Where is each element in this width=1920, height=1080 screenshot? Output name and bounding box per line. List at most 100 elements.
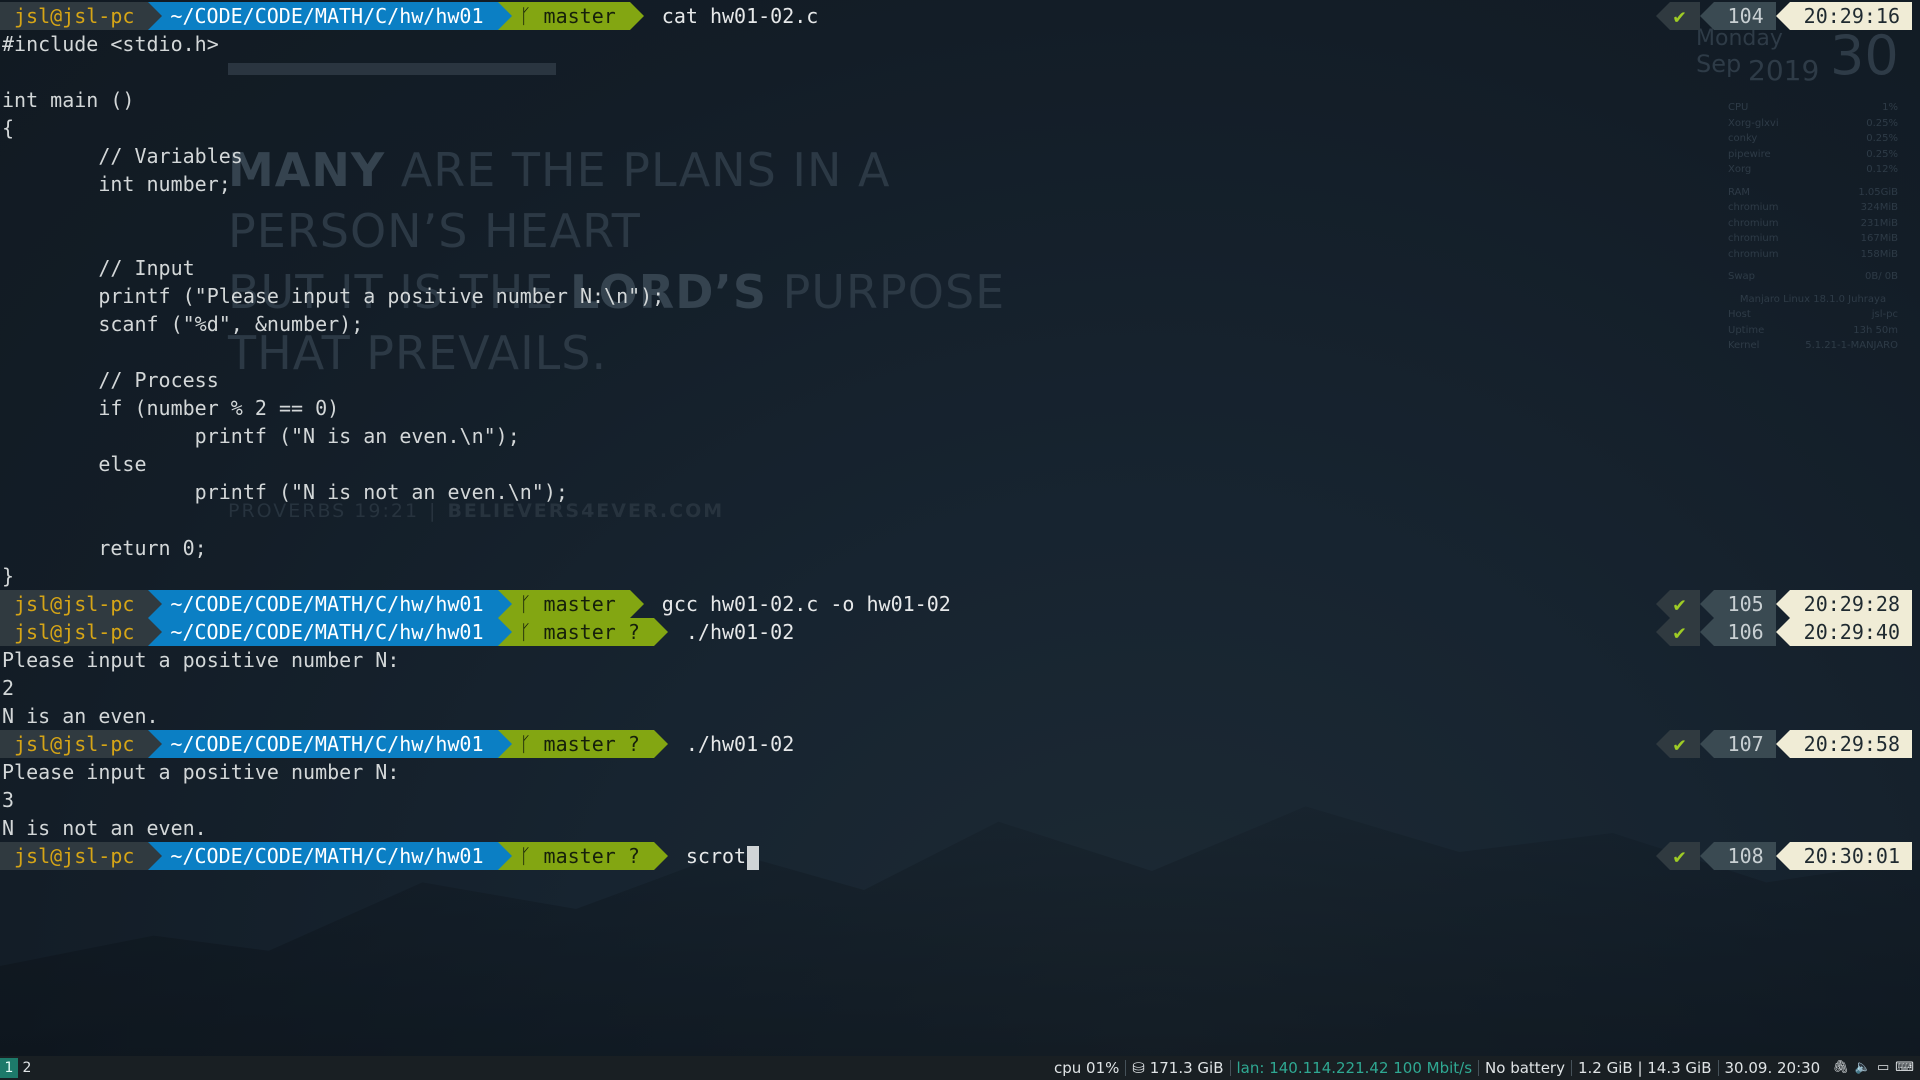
link-icon[interactable]: 🖇 [1832,1056,1849,1080]
prompt-line: jsl@jsl-pc ~/CODE/CODE/MATH/C/hw/hw01 ᚴ ma… [0,842,1920,870]
output-text: 3 [2,788,15,812]
prompt-separator [1775,618,1790,646]
right-prompt: ✔ 107 20:29:58 [1655,730,1912,758]
command-text[interactable]: scrot [686,842,760,870]
prompt-separator [1775,590,1790,618]
prompt-git-branch: ᚴ master ? [497,842,654,870]
prompt-separator [629,2,644,30]
check-icon: ✔ [1669,842,1700,870]
output-text: #include <stdio.h> [2,32,219,56]
output-line: if (number % 2 == 0) [0,394,1920,422]
powerline-prompt: jsl@jsl-pc ~/CODE/CODE/MATH/C/hw/hw01 ᚴ ma… [0,618,794,646]
prompt-line: jsl@jsl-pc ~/CODE/CODE/MATH/C/hw/hw01 ᚴ ma… [0,590,1920,618]
prompt-separator [1775,842,1790,870]
history-number: 108 [1713,842,1776,870]
prompt-line: jsl@jsl-pc ~/CODE/CODE/MATH/C/hw/hw01 ᚴ ma… [0,730,1920,758]
output-line: 2 [0,674,1920,702]
prompt-user: jsl@jsl-pc [0,730,149,758]
prompt-git-branch: ᚴ master ? [497,618,654,646]
check-icon: ✔ [1669,730,1700,758]
display-icon[interactable]: ▭ [1877,1056,1889,1080]
prompt-separator [148,842,163,870]
output-line: N is not an even. [0,814,1920,842]
powerline-prompt: jsl@jsl-pc ~/CODE/CODE/MATH/C/hw/hw01 ᚴ ma… [0,730,794,758]
keyboard-icon[interactable]: ⌨ [1895,1056,1914,1080]
output-line: else [0,450,1920,478]
command-value[interactable]: ./hw01-02 [686,620,794,644]
prompt-separator [1655,842,1670,870]
prompt-separator [653,730,668,758]
prompt-separator [653,842,668,870]
check-icon: ✔ [1669,2,1700,30]
prompt-separator [1655,730,1670,758]
output-text: printf ("N is not an even.\n"); [2,480,568,504]
command-time: 20:29:16 [1789,2,1912,30]
right-prompt: ✔ 108 20:30:01 [1655,842,1912,870]
prompt-separator [148,590,163,618]
prompt-path: ~/CODE/CODE/MATH/C/hw/hw01 [148,618,498,646]
output-text: int number; [2,172,231,196]
command-value[interactable]: gcc hw01-02.c -o hw01-02 [662,592,951,616]
workspace-2[interactable]: 2 [18,1058,36,1078]
text-cursor [747,845,760,870]
right-prompt: ✔ 106 20:29:40 [1655,618,1912,646]
cpu-status: cpu 01% [1053,1059,1120,1077]
check-icon: ✔ [1669,590,1700,618]
command-text[interactable]: ./hw01-02 [686,730,794,758]
prompt-separator [1655,590,1670,618]
output-text: { [2,116,15,140]
check-icon: ✔ [1669,618,1700,646]
command-text[interactable]: ./hw01-02 [686,618,794,646]
command-time: 20:29:40 [1789,618,1912,646]
output-text: // Process [2,368,219,392]
output-line: scanf ("%d", &number); [0,310,1920,338]
status-items: cpu 01% ⛁ 171.3 GiB lan: 140.114.221.42 … [1048,1056,1914,1080]
prompt-user: jsl@jsl-pc [0,2,149,30]
prompt-line: jsl@jsl-pc ~/CODE/CODE/MATH/C/hw/hw01 ᚴ ma… [0,618,1920,646]
datetime-status: 30.09. 20:30 [1724,1059,1821,1077]
workspace-1[interactable]: 1 [0,1058,18,1078]
output-text: scanf ("%d", &number); [2,312,364,336]
output-text: Please input a positive number N: [2,648,400,672]
output-line: // Variables [0,142,1920,170]
battery-status: No battery [1485,1059,1565,1077]
output-text: if (number % 2 == 0) [2,396,340,420]
prompt-separator [1655,2,1670,30]
output-text: // Variables [2,144,243,168]
prompt-path: ~/CODE/CODE/MATH/C/hw/hw01 [148,590,498,618]
history-number: 106 [1713,618,1776,646]
output-line: return 0; [0,534,1920,562]
command-time: 20:30:01 [1789,842,1912,870]
command-text[interactable]: cat hw01-02.c [662,2,819,30]
output-text: Please input a positive number N: [2,760,400,784]
output-line: printf ("N is an even.\n"); [0,422,1920,450]
volume-icon[interactable]: 🔈 [1855,1056,1871,1080]
prompt-separator [629,590,644,618]
output-text: printf ("N is an even.\n"); [2,424,520,448]
command-value[interactable]: scrot [686,844,746,868]
output-line: } [0,562,1920,590]
terminal[interactable]: jsl@jsl-pc ~/CODE/CODE/MATH/C/hw/hw01 ᚴ ma… [0,2,1920,870]
command-text[interactable]: gcc hw01-02.c -o hw01-02 [662,590,951,618]
prompt-separator [1655,618,1670,646]
prompt-user: jsl@jsl-pc [0,618,149,646]
output-line: // Process [0,366,1920,394]
prompt-separator [1775,730,1790,758]
prompt-separator [1699,730,1714,758]
prompt-separator [1699,2,1714,30]
right-prompt: ✔ 104 20:29:16 [1655,2,1912,30]
prompt-git-branch: ᚴ master ? [497,730,654,758]
prompt-path: ~/CODE/CODE/MATH/C/hw/hw01 [148,730,498,758]
output-text: } [2,564,15,588]
prompt-separator [1699,842,1714,870]
prompt-separator [497,730,512,758]
memory-status: 1.2 GiB | 14.3 GiB [1577,1059,1712,1077]
command-value[interactable]: ./hw01-02 [686,732,794,756]
workspace-switcher[interactable]: 12 [0,1058,36,1078]
output-text: // Input [2,256,195,280]
output-line: printf ("N is not an even.\n"); [0,478,1920,506]
command-value[interactable]: cat hw01-02.c [662,4,819,28]
